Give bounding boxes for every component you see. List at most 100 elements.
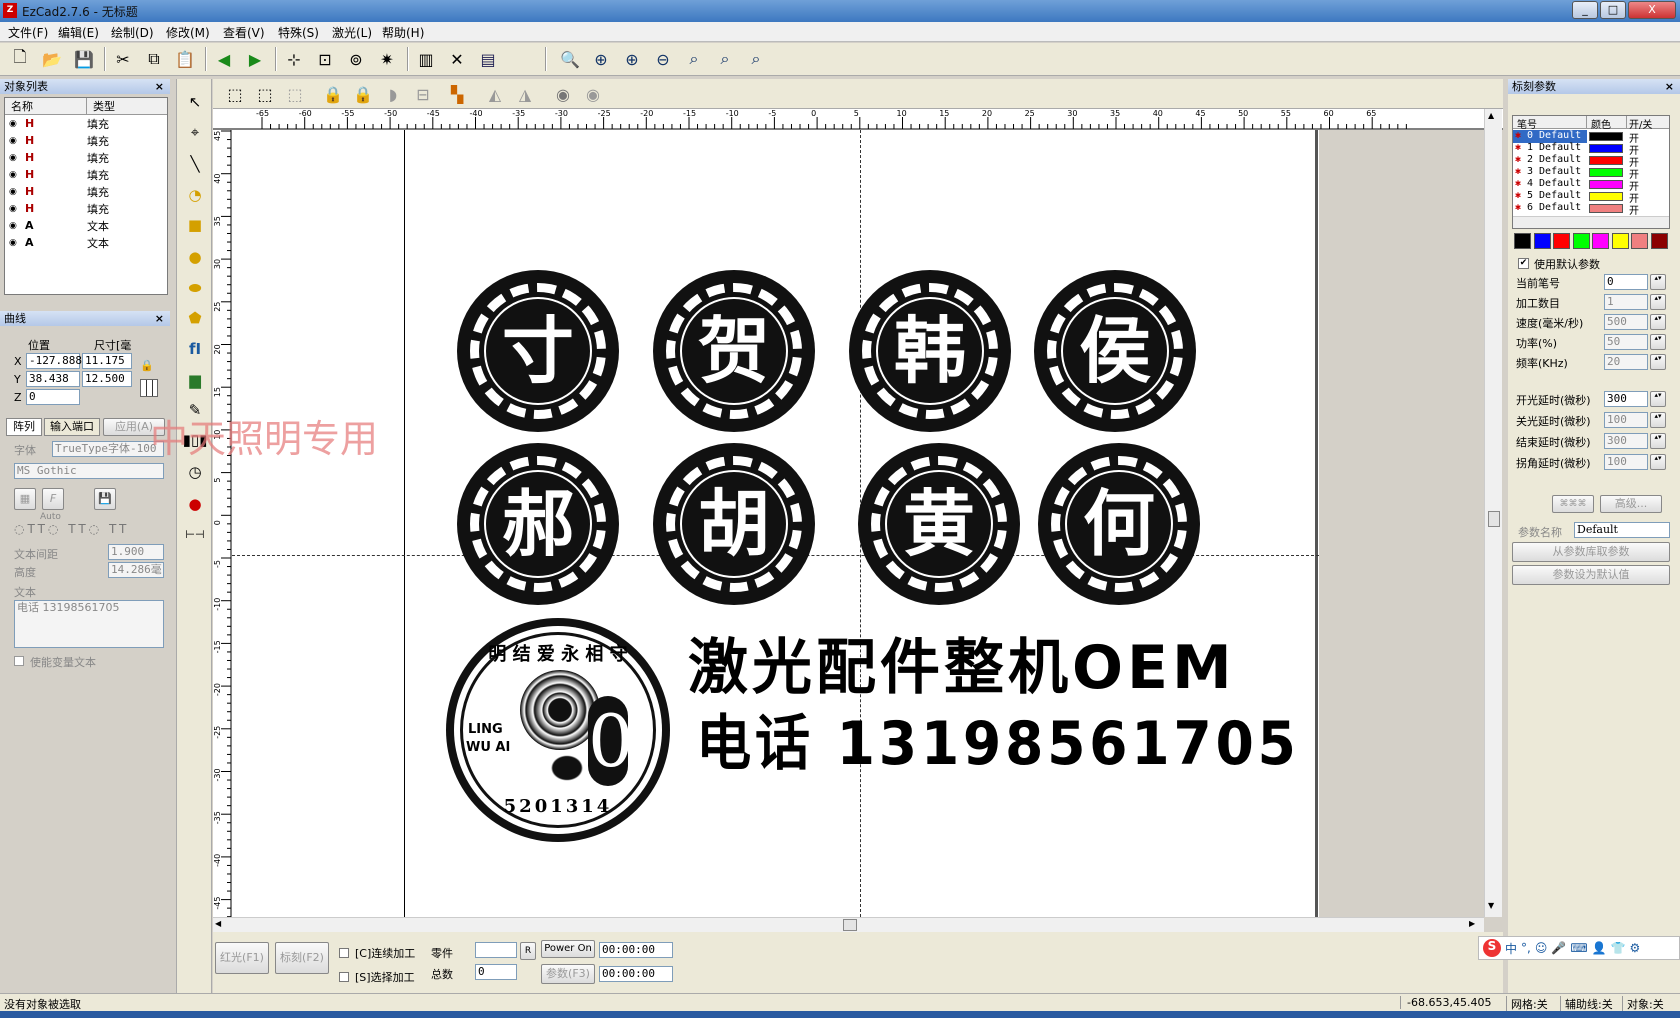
close-icon[interactable]: × xyxy=(155,79,164,94)
save-font-icon[interactable]: 💾 xyxy=(94,488,116,510)
param-value-field[interactable]: 50 xyxy=(1604,334,1648,350)
table-row[interactable]: ◉ H 填充 xyxy=(5,132,167,149)
ime-punct-icon[interactable]: °, xyxy=(1521,941,1531,955)
power-on-button[interactable]: Power On xyxy=(541,940,595,958)
timer-icon[interactable]: ◷ xyxy=(183,460,207,484)
lock-all-icon[interactable]: ◗ xyxy=(381,82,405,106)
circle-icon[interactable]: ● xyxy=(183,245,207,269)
pen-list-hscroll[interactable] xyxy=(1513,216,1669,228)
tab-input-port[interactable]: 输入端口 xyxy=(44,418,100,436)
seal-4[interactable]: 侯 xyxy=(1034,270,1196,432)
pen-color-swatch[interactable] xyxy=(1589,192,1623,201)
coin-medallion[interactable]: 明 结 爱 永 相 守 LING WU AI 0 5201314 xyxy=(446,618,670,842)
hatch-icon[interactable]: ▥ xyxy=(414,47,438,71)
spin-icon[interactable]: ▴▾ xyxy=(1650,294,1666,310)
ime-settings-icon[interactable]: ⚙ xyxy=(1630,941,1641,955)
ime-voice-icon[interactable]: 🎤 xyxy=(1551,941,1566,955)
seal-8[interactable]: 何 xyxy=(1038,443,1200,605)
table-row[interactable]: ◉ A 文本 xyxy=(5,234,167,251)
line-icon[interactable]: ╲ xyxy=(183,152,207,176)
ungroup-icon[interactable]: ⬚ xyxy=(253,82,277,106)
bitmap-icon[interactable]: ▆ xyxy=(183,368,207,392)
eye-icon[interactable]: ◉ xyxy=(5,153,19,163)
pen-color-swatch[interactable] xyxy=(1589,180,1623,189)
param-value-field[interactable]: 100 xyxy=(1604,454,1648,470)
output-port-icon[interactable]: ⊢⊣ xyxy=(183,522,207,546)
spin-icon[interactable]: ▴▾ xyxy=(1650,412,1666,428)
palette-color-swatch[interactable] xyxy=(1650,233,1668,249)
params-icon[interactable]: ▤ xyxy=(476,47,500,71)
pen-color-swatch[interactable] xyxy=(1589,156,1623,165)
tools-icon[interactable]: ✕ xyxy=(445,47,469,71)
seal-3[interactable]: 韩 xyxy=(849,270,1011,432)
anchor-grid-icon[interactable] xyxy=(140,379,158,397)
node-edit-icon[interactable]: ⌖ xyxy=(183,120,207,144)
object-snap-status[interactable]: 对象:关 xyxy=(1622,996,1664,1012)
column-color[interactable]: 颜色 xyxy=(1587,116,1627,131)
menu-view[interactable]: 查看(V) xyxy=(223,24,265,41)
table-row[interactable]: ◉ A 文本 xyxy=(5,217,167,234)
column-onoff[interactable]: 开/关 xyxy=(1627,116,1669,131)
param-value-field[interactable]: 300 xyxy=(1604,433,1648,449)
palette-color-swatch[interactable] xyxy=(1572,233,1590,249)
table-row[interactable]: ◉ H 填充 xyxy=(5,166,167,183)
close-icon[interactable]: × xyxy=(1665,79,1674,94)
eye-icon[interactable]: ◉ xyxy=(5,238,19,248)
y-position-field[interactable]: 38.438 xyxy=(26,371,80,387)
menu-file[interactable]: 文件(F) xyxy=(8,24,48,41)
palette-color-swatch[interactable] xyxy=(1592,233,1609,249)
phone-text[interactable]: 电话 13198561705 xyxy=(696,714,1300,774)
eye-icon[interactable]: ◉ xyxy=(5,170,19,180)
total-field[interactable]: 0 xyxy=(475,964,517,980)
eye-icon[interactable]: ◉ xyxy=(5,136,19,146)
menu-special[interactable]: 特殊(S) xyxy=(278,24,319,41)
palette-color-swatch[interactable] xyxy=(1514,233,1531,249)
headline-text[interactable]: 激光配件整机OEM xyxy=(688,638,1236,698)
eye-icon[interactable]: ◉ xyxy=(5,221,19,231)
ime-emoji-icon[interactable]: ☺ xyxy=(1535,941,1548,955)
view-icon[interactable]: ◉ xyxy=(551,82,575,106)
view-all-icon[interactable]: ◉ xyxy=(581,82,605,106)
select-process-checkbox[interactable] xyxy=(339,972,349,982)
pen-row[interactable]: ✱ 6 Default 开 xyxy=(1513,202,1673,217)
ime-keyboard-icon[interactable]: ⌨ xyxy=(1570,941,1587,955)
column-pen[interactable]: 笔号 xyxy=(1513,116,1587,131)
eye-icon[interactable]: ◉ xyxy=(5,119,19,129)
spin-icon[interactable]: ▴▾ xyxy=(1650,334,1666,350)
undo-icon[interactable]: ◀ xyxy=(212,47,236,71)
continuous-checkbox[interactable] xyxy=(339,948,349,958)
close-icon[interactable]: × xyxy=(155,311,164,326)
palette-color-swatch[interactable] xyxy=(1631,233,1648,249)
spin-icon[interactable]: ▴▾ xyxy=(1650,354,1666,370)
param-value-field[interactable]: 500 xyxy=(1604,314,1648,330)
menu-draw[interactable]: 绘制(D) xyxy=(111,24,154,41)
seal-5[interactable]: 郝 xyxy=(457,443,619,605)
z-position-field[interactable]: 0 xyxy=(26,389,80,405)
input-port-icon[interactable]: ● xyxy=(183,492,207,516)
vertical-scrollbar[interactable]: ▲ ▼ xyxy=(1484,109,1502,917)
y-size-field[interactable]: 12.500 xyxy=(82,371,132,387)
mirror-h-icon[interactable]: ◭ xyxy=(483,82,507,106)
horizontal-scrollbar[interactable]: ◀ ▶ xyxy=(213,917,1484,932)
zoom-out-icon[interactable]: ⊖ xyxy=(651,47,675,71)
reset-button[interactable]: R xyxy=(520,942,536,960)
new-file-icon[interactable]: 🗋 xyxy=(8,47,32,71)
red-light-button[interactable]: 红光(F1) xyxy=(215,942,269,974)
table-row[interactable]: ◉ H 填充 xyxy=(5,115,167,132)
font-name-select[interactable]: MS Gothic xyxy=(14,463,164,479)
group-icon[interactable]: ⬚ xyxy=(223,82,247,106)
object-list[interactable]: 名称 类型 ◉ H 填充 ◉ H 填充 ◉ H 填充 ◉ H 填充 ◉ H 填充 ◉ H 填充 ◉ A 文本 ◉ A 文本 xyxy=(4,97,168,295)
minimize-button[interactable]: _ xyxy=(1572,1,1598,19)
table-row[interactable]: ◉ H 填充 xyxy=(5,200,167,217)
param-value-field[interactable]: 100 xyxy=(1604,412,1648,428)
redo-icon[interactable]: ▶ xyxy=(243,47,267,71)
advanced-toggle-button[interactable]: ⌘⌘⌘ xyxy=(1552,495,1594,513)
font-type-select[interactable]: TrueType字体-100 xyxy=(52,441,164,457)
seal-7[interactable]: 黄 xyxy=(858,443,1020,605)
nodes-icon[interactable]: ⊚ xyxy=(344,47,368,71)
align-icon[interactable]: ⊟ xyxy=(411,82,435,106)
guide-status[interactable]: 辅助线:关 xyxy=(1560,996,1613,1012)
column-name[interactable]: 名称 xyxy=(5,98,87,114)
node-edit-icon[interactable]: ⊹ xyxy=(282,47,306,71)
pen-color-swatch[interactable] xyxy=(1589,132,1623,141)
